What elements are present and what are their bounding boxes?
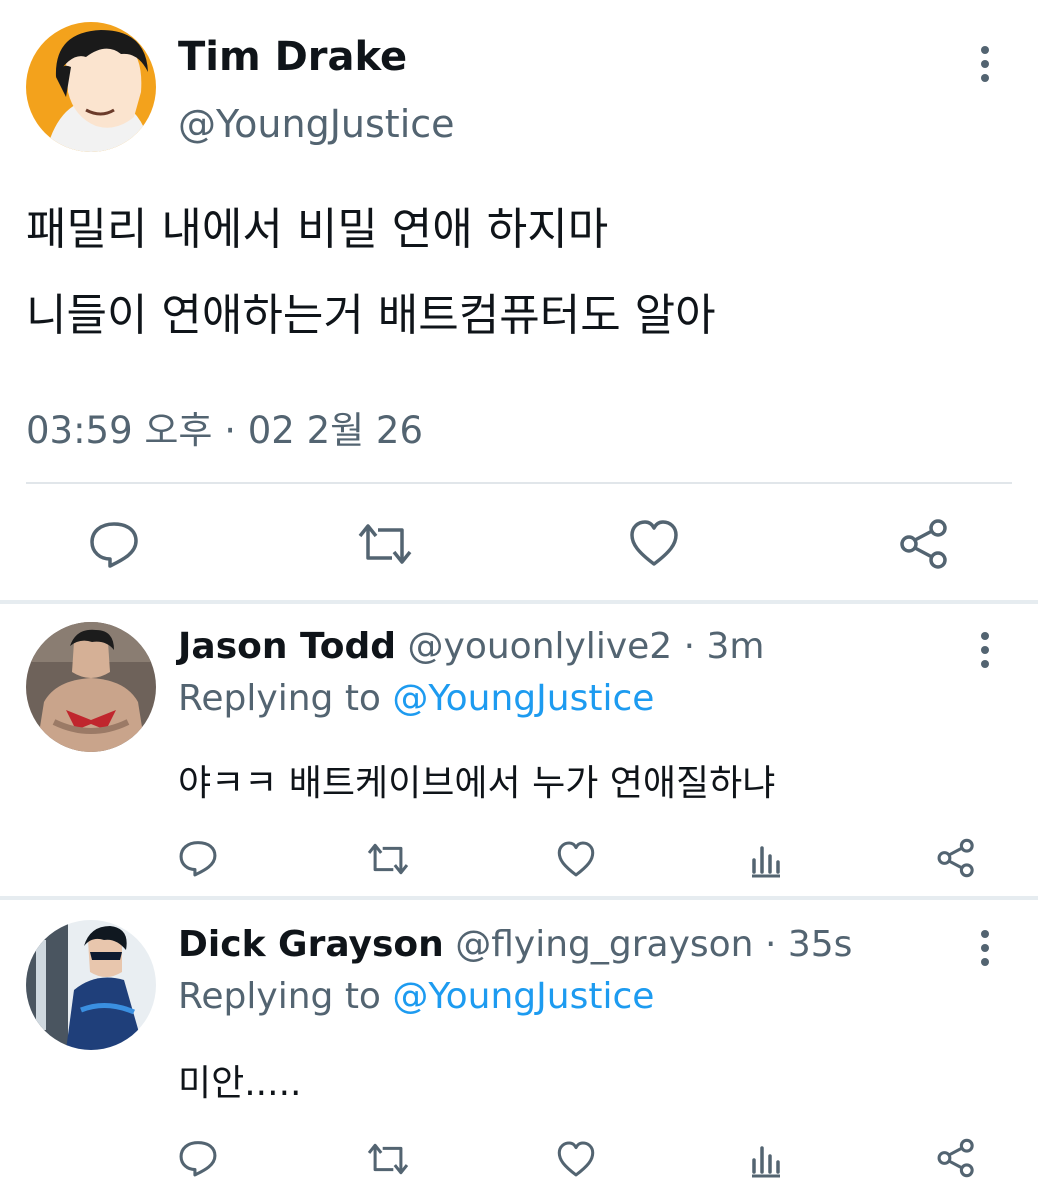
replying-to-mention[interactable]: @YoungJustice	[392, 976, 654, 1017]
section-divider	[0, 896, 1038, 900]
reply-time[interactable]: · 3m	[684, 626, 765, 667]
analytics-icon[interactable]	[748, 840, 784, 878]
analytics-icon[interactable]	[748, 1140, 784, 1178]
reply-avatar[interactable]	[26, 920, 156, 1050]
avatar-image	[26, 622, 156, 752]
reply-avatar[interactable]	[26, 622, 156, 752]
tweet-text-line-1: 패밀리 내에서 비밀 연애 하지마	[26, 204, 609, 255]
replying-to-mention[interactable]: @YoungJustice	[392, 678, 654, 719]
share-icon[interactable]	[936, 838, 976, 878]
avatar-image	[26, 920, 156, 1050]
author-name[interactable]: Tim Drake	[178, 34, 407, 80]
like-icon[interactable]	[556, 1140, 596, 1178]
reply-icon[interactable]	[178, 838, 218, 878]
replying-to: Replying to @YoungJustice	[178, 976, 654, 1017]
retweet-icon[interactable]	[366, 840, 410, 878]
like-icon[interactable]	[556, 840, 596, 878]
retweet-icon[interactable]	[356, 520, 414, 568]
more-options-icon[interactable]	[975, 630, 995, 670]
replying-to: Replying to @YoungJustice	[178, 678, 654, 719]
reply-header: Dick Grayson @flying_grayson · 35s	[178, 924, 852, 965]
tweet-text-line-2: 니들이 연애하는거 배트컴퓨터도 알아	[26, 290, 716, 341]
reply-header: Jason Todd @youonlylive2 · 3m	[178, 626, 764, 667]
reply-author-name[interactable]: Dick Grayson	[178, 924, 444, 965]
retweet-icon[interactable]	[366, 1140, 410, 1178]
share-icon[interactable]	[898, 518, 950, 570]
reply-time[interactable]: · 35s	[765, 924, 852, 965]
author-handle[interactable]: @YoungJustice	[178, 102, 455, 146]
replying-to-prefix: Replying to	[178, 678, 381, 719]
section-divider	[0, 600, 1038, 604]
reply-author-handle[interactable]: @flying_grayson	[455, 924, 753, 965]
author-avatar[interactable]	[26, 22, 156, 152]
reply-icon[interactable]	[178, 1138, 218, 1178]
like-icon[interactable]	[628, 518, 680, 568]
reply-text: 미안.....	[178, 1063, 302, 1104]
more-options-icon[interactable]	[975, 928, 995, 968]
reply-icon[interactable]	[88, 518, 140, 570]
tweet-timestamp[interactable]: 03:59 오후 · 02 2월 26	[26, 400, 423, 454]
avatar-image	[26, 22, 156, 152]
reply-author-handle[interactable]: @youonlylive2	[408, 626, 673, 667]
reply-text: 야ㅋㅋ 배트케이브에서 누가 연애질하냐	[178, 763, 776, 804]
more-options-icon[interactable]	[975, 44, 995, 84]
replying-to-prefix: Replying to	[178, 976, 381, 1017]
divider	[26, 482, 1012, 484]
share-icon[interactable]	[936, 1138, 976, 1178]
reply-author-name[interactable]: Jason Todd	[178, 626, 396, 667]
